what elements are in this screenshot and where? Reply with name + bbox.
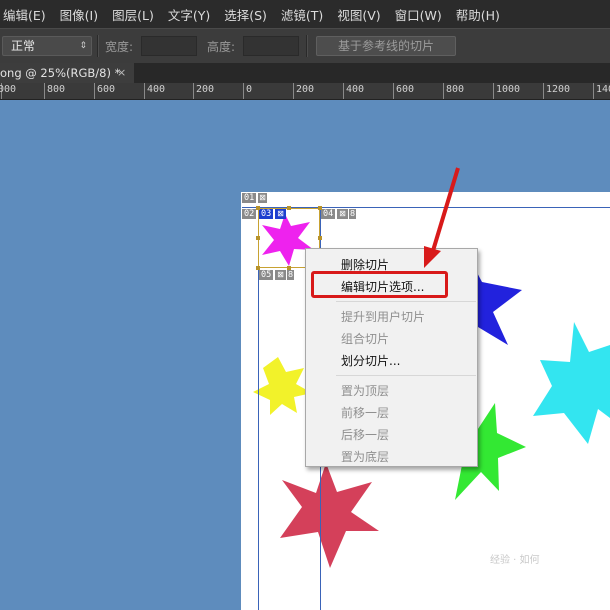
menu-bar: 编辑(E) 图像(I) 图层(L) 文字(Y) 选择(S) 滤镜(T) 视图(V…	[0, 0, 610, 28]
ruler-label: 000	[0, 84, 17, 95]
ruler-label: 1200	[546, 84, 571, 95]
horizontal-ruler[interactable]: 000 800 600 400 200 0 200 400 600 800 10…	[0, 83, 610, 100]
document-tab-title: ong @ 25%(RGB/8) *	[0, 66, 121, 80]
slice-handle[interactable]	[318, 236, 322, 240]
ruler-tick	[94, 83, 95, 99]
document-tab-bar: ong @ 25%(RGB/8) * ×	[0, 63, 610, 83]
ruler-label: 0	[246, 84, 253, 95]
ruler-tick	[293, 83, 294, 99]
slice-handle[interactable]	[256, 236, 260, 240]
divider	[306, 35, 308, 57]
ruler-label: 1400	[596, 84, 610, 95]
width-field[interactable]	[141, 36, 197, 56]
divider	[97, 35, 99, 57]
menu-item-send-to-back[interactable]: 置为底层	[341, 448, 389, 465]
slice-02-label[interactable]: 02	[242, 209, 257, 219]
ruler-label: 200	[296, 84, 315, 95]
menu-window[interactable]: 窗口(W)	[388, 5, 449, 24]
slices-from-guides-button[interactable]: 基于参考线的切片	[316, 36, 456, 56]
menu-item-send-backward[interactable]: 后移一层	[341, 426, 389, 443]
ruler-tick	[543, 83, 544, 99]
slice-handle[interactable]	[256, 266, 260, 270]
ruler-tick	[243, 83, 244, 99]
height-label: 高度:	[207, 40, 236, 54]
ruler-tick	[193, 83, 194, 99]
ruler-label: 1000	[496, 84, 521, 95]
link-icon: 8	[349, 209, 356, 219]
options-bar: 正常 ⇕ 宽度: 高度: 基于参考线的切片	[0, 28, 610, 64]
select-arrow-icon: ⇕	[79, 41, 87, 51]
slice-05-label[interactable]: 05	[259, 270, 274, 280]
menu-view[interactable]: 视图(V)	[330, 5, 387, 24]
ruler-label: 800	[446, 84, 465, 95]
height-field[interactable]	[243, 36, 299, 56]
slice-handle[interactable]	[287, 266, 291, 270]
blend-mode-value: 正常	[11, 39, 36, 53]
document-tab[interactable]: ong @ 25%(RGB/8) * ×	[0, 63, 134, 83]
image-slice-icon: ⊠	[258, 193, 267, 203]
slice-01-label[interactable]: 01	[242, 193, 257, 203]
menu-type[interactable]: 文字(Y)	[161, 5, 217, 24]
menu-select[interactable]: 选择(S)	[217, 5, 274, 24]
menu-item-divide-slice[interactable]: 划分切片...	[341, 352, 400, 369]
ruler-tick	[443, 83, 444, 99]
ruler-label: 200	[196, 84, 215, 95]
menu-image[interactable]: 图像(I)	[53, 5, 105, 24]
image-slice-icon: ⊠	[337, 209, 348, 219]
menu-item-combine-slices[interactable]: 组合切片	[341, 330, 389, 347]
menu-item-promote-slice[interactable]: 提升到用户切片	[341, 308, 425, 325]
ruler-label: 600	[97, 84, 116, 95]
blend-mode-select[interactable]: 正常 ⇕	[2, 36, 92, 56]
slice-handle[interactable]	[256, 206, 260, 210]
menu-layer[interactable]: 图层(L)	[105, 5, 161, 24]
slice-handle[interactable]	[287, 206, 291, 210]
menu-item-bring-to-front[interactable]: 置为顶层	[341, 382, 389, 399]
slice-04-label[interactable]: 04	[321, 209, 336, 219]
close-icon[interactable]: ×	[117, 63, 126, 83]
menu-edit[interactable]: 编辑(E)	[0, 5, 53, 24]
ruler-label: 600	[396, 84, 415, 95]
menu-divider	[336, 301, 476, 302]
ruler-tick	[593, 83, 594, 99]
watermark: 经验 · 如何	[490, 555, 540, 566]
ruler-tick	[44, 83, 45, 99]
menu-item-bring-forward[interactable]: 前移一层	[341, 404, 389, 421]
width-label: 宽度:	[105, 40, 134, 54]
ruler-tick	[493, 83, 494, 99]
ruler-tick	[393, 83, 394, 99]
slice-handle[interactable]	[318, 206, 322, 210]
link-icon: 8	[287, 270, 294, 280]
ruler-label: 800	[47, 84, 66, 95]
highlight-box	[311, 271, 448, 298]
ruler-tick	[343, 83, 344, 99]
image-slice-icon: ⊠	[275, 270, 286, 280]
menu-divider	[336, 375, 476, 376]
ruler-label: 400	[346, 84, 365, 95]
ruler-label: 400	[147, 84, 166, 95]
menu-help[interactable]: 帮助(H)	[449, 5, 507, 24]
ruler-tick	[144, 83, 145, 99]
menu-filter[interactable]: 滤镜(T)	[274, 5, 330, 24]
